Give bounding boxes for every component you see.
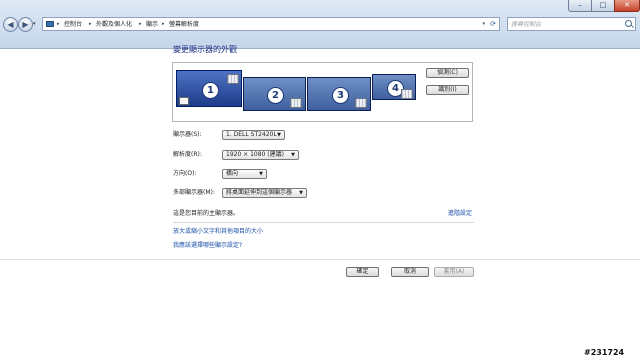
orientation-value: 橫向: [226, 170, 239, 177]
dropdown-arrow-icon: ▼: [277, 132, 281, 138]
identify-button[interactable]: 識別(I): [426, 85, 469, 95]
primary-display-text: 這是您目前的主顯示器。: [173, 210, 240, 217]
monitor-number: 1: [202, 82, 219, 99]
window-toolbar: – □ ✕ ◀ ▶ ▾ ▸ 控制台 ▸ 外觀及個人化 ▸ 顯示 ▸ 螢幕解析度 …: [0, 0, 640, 49]
multiple-displays-select[interactable]: 將桌面延伸到這個顯示器 ▼: [222, 188, 307, 198]
cancel-button[interactable]: 取消: [391, 267, 429, 277]
search-input[interactable]: [511, 19, 621, 29]
display-select[interactable]: 1. DELL ST2420L ▼: [222, 130, 285, 140]
breadcrumb-separator[interactable]: ▸: [57, 21, 60, 28]
control-panel-icon: [46, 21, 54, 27]
orientation-select[interactable]: 橫向 ▼: [222, 169, 267, 179]
close-button[interactable]: ✕: [614, 0, 640, 12]
divider: [173, 222, 474, 223]
divider: [0, 259, 640, 260]
breadcrumb-item-appearance[interactable]: 外觀及個人化: [96, 21, 132, 28]
advanced-settings-link[interactable]: 進階設定: [448, 210, 472, 218]
recent-pages-dropdown[interactable]: ▾: [33, 21, 36, 27]
monitor-3[interactable]: 3: [307, 77, 371, 111]
breadcrumb-separator[interactable]: ▸: [162, 21, 165, 28]
dropdown-arrow-icon: ▼: [299, 190, 303, 196]
desktop-grid-icon: [401, 89, 413, 99]
breadcrumb-item-screen-resolution[interactable]: 螢幕解析度: [169, 21, 199, 28]
search-box[interactable]: [507, 17, 636, 31]
resolution-select[interactable]: 1920 × 1080 (建議) ▼: [222, 150, 299, 160]
taskbar-icon: [179, 97, 189, 105]
text-size-link[interactable]: 放大或縮小文字和其他項目的大小: [173, 228, 263, 236]
back-button[interactable]: ◀: [3, 17, 18, 32]
minimize-button[interactable]: –: [568, 0, 592, 12]
detect-button[interactable]: 偵測(C): [426, 68, 469, 78]
display-label: 顯示器(S):: [173, 131, 202, 138]
resolution-value: 1920 × 1080 (建議): [226, 151, 284, 158]
resolution-label: 解析度(R):: [173, 151, 202, 158]
address-dropdown-icon[interactable]: ▾: [482, 21, 485, 27]
monitor-2[interactable]: 2: [243, 77, 306, 111]
dropdown-arrow-icon: ▼: [259, 171, 263, 177]
watermark: #231724: [584, 348, 625, 357]
multiple-displays-value: 將桌面延伸到這個顯示器: [226, 189, 293, 196]
address-bar[interactable]: ▸ 控制台 ▸ 外觀及個人化 ▸ 顯示 ▸ 螢幕解析度 ▾ ⟳: [42, 17, 500, 31]
monitor-number: 3: [332, 87, 349, 104]
breadcrumb-separator[interactable]: ▸: [89, 21, 92, 28]
multiple-displays-label: 多部顯示器(M):: [173, 189, 215, 196]
monitor-1[interactable]: 1: [176, 70, 242, 107]
ok-button[interactable]: 確定: [346, 267, 379, 277]
orientation-label: 方向(O):: [173, 170, 197, 177]
dropdown-arrow-icon: ▼: [291, 152, 295, 158]
refresh-icon[interactable]: ⟳: [490, 20, 496, 28]
display-settings-help-link[interactable]: 我應該選擇哪些顯示設定?: [173, 242, 242, 250]
desktop-grid-icon: [355, 98, 367, 108]
monitor-number: 2: [267, 87, 284, 104]
desktop-grid-icon: [227, 74, 239, 84]
apply-button[interactable]: 套用(A): [434, 267, 474, 277]
monitor-4[interactable]: 4: [372, 74, 416, 100]
page-title: 變更顯示器的外觀: [173, 45, 237, 54]
breadcrumb-item-display[interactable]: 顯示: [146, 21, 158, 28]
breadcrumb-item-control-panel[interactable]: 控制台: [64, 21, 82, 28]
maximize-button[interactable]: □: [591, 0, 615, 12]
breadcrumb-separator[interactable]: ▸: [139, 21, 142, 28]
forward-button[interactable]: ▶: [18, 17, 33, 32]
display-value: 1. DELL ST2420L: [226, 131, 277, 138]
desktop-grid-icon: [290, 98, 302, 108]
search-icon[interactable]: [625, 20, 632, 27]
